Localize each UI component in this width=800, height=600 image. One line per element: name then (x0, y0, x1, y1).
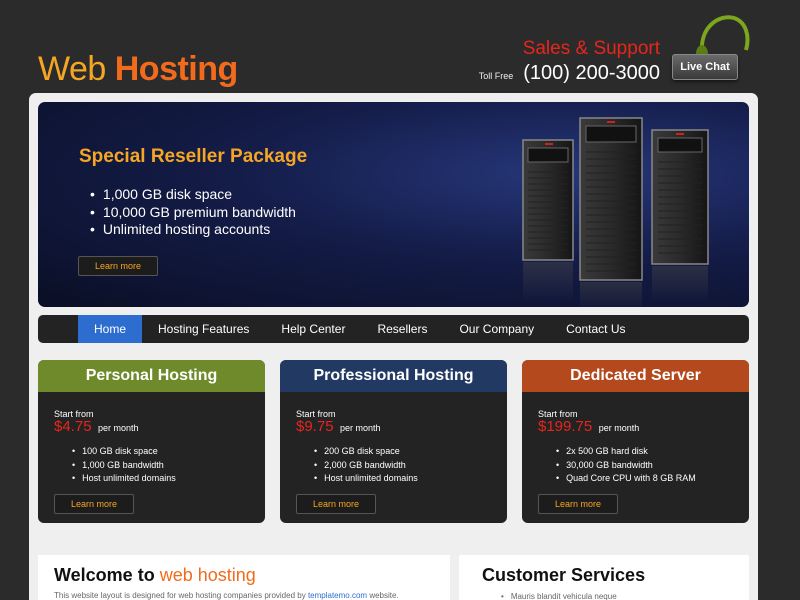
banner-title: Special Reseller Package (79, 146, 308, 167)
plan-feature: 1,000 GB bandwidth (72, 459, 265, 473)
customer-services-section: Customer Services Mauris blandit vehicul… (459, 555, 749, 600)
logo-word-web: Web (38, 50, 106, 88)
toll-free-label: Toll Free (478, 71, 514, 81)
banner-learn-more-button[interactable]: Learn more (78, 256, 158, 276)
plan-feature: 2x 500 GB hard disk (556, 445, 749, 459)
plan-period: per month (98, 423, 139, 433)
customer-services-list: Mauris blandit vehicula neque (501, 592, 617, 600)
plan-card-personal: Personal Hosting Start from $4.75 per mo… (38, 360, 265, 523)
plan-card-dedicated: Dedicated Server Start from $199.75 per … (522, 360, 749, 523)
hero-banner: Special Reseller Package 1,000 GB disk s… (38, 102, 749, 307)
plan-price: $9.75 (296, 418, 334, 435)
plan-learn-more-button[interactable]: Learn more (54, 494, 134, 514)
customer-services-title: Customer Services (482, 565, 646, 585)
sales-support-block: Sales & Support Toll Free (100) 200-3000 (479, 38, 660, 85)
plan-feature: 200 GB disk space (314, 445, 507, 459)
nav-item-hosting-features[interactable]: Hosting Features (142, 315, 265, 343)
plan-title: Personal Hosting (38, 360, 265, 392)
banner-feature: 1,000 GB disk space (103, 186, 296, 204)
live-chat-button[interactable]: Live Chat (672, 54, 738, 80)
logo-word-hosting: Hosting (114, 50, 239, 88)
support-title: Sales & Support (522, 38, 660, 59)
plan-price: $199.75 (538, 418, 593, 435)
plan-feature-list: 200 GB disk space 2,000 GB bandwidth Hos… (314, 445, 507, 486)
welcome-title: Welcome to web hosting (54, 565, 256, 586)
plan-feature: 100 GB disk space (72, 445, 265, 459)
plan-period: per month (598, 423, 640, 433)
welcome-section: Welcome to web hosting This website layo… (38, 555, 450, 600)
plan-card-professional: Professional Hosting Start from $9.75 pe… (280, 360, 507, 523)
welcome-text-part1: This website layout is designed for web … (54, 591, 306, 600)
welcome-title-part1: Welcome to (54, 565, 155, 585)
banner-feature: 10,000 GB premium bandwidth (103, 204, 296, 222)
phone-number: (100) 200-3000 (523, 62, 660, 84)
nav-item-resellers[interactable]: Resellers (361, 315, 443, 343)
plan-feature: Host unlimited domains (314, 472, 507, 486)
plan-title: Professional Hosting (280, 360, 507, 392)
plan-feature-list: 100 GB disk space 1,000 GB bandwidth Hos… (72, 445, 265, 486)
nav-item-our-company[interactable]: Our Company (443, 315, 550, 343)
templatemo-link[interactable]: templatemo.com (308, 591, 367, 600)
plan-feature-list: 2x 500 GB hard disk 30,000 GB bandwidth … (556, 445, 749, 486)
banner-feature: Unlimited hosting accounts (103, 221, 296, 239)
plan-learn-more-button[interactable]: Learn more (296, 494, 376, 514)
plan-feature: 2,000 GB bandwidth (314, 459, 507, 473)
nav-item-help-center[interactable]: Help Center (265, 315, 361, 343)
server-rack-icon (522, 117, 709, 307)
plan-price: $4.75 (54, 418, 92, 435)
banner-feature-list: 1,000 GB disk space 10,000 GB premium ba… (103, 186, 296, 239)
nav-item-contact-us[interactable]: Contact Us (550, 315, 641, 343)
plan-title: Dedicated Server (522, 360, 749, 392)
plan-learn-more-button[interactable]: Learn more (538, 494, 618, 514)
plan-feature: Host unlimited domains (72, 472, 265, 486)
welcome-text: This website layout is designed for web … (54, 591, 399, 600)
welcome-title-part2: web hosting (159, 565, 256, 585)
site-logo[interactable]: Web Hosting (38, 50, 238, 89)
main-nav: Home Hosting Features Help Center Resell… (38, 315, 749, 343)
welcome-text-part2: website. (369, 591, 399, 600)
plan-feature: Quad Core CPU with 8 GB RAM (556, 472, 749, 486)
nav-item-home[interactable]: Home (78, 315, 143, 343)
plan-feature: 30,000 GB bandwidth (556, 459, 749, 473)
customer-services-item[interactable]: Mauris blandit vehicula neque (501, 592, 617, 600)
plan-period: per month (340, 423, 381, 433)
